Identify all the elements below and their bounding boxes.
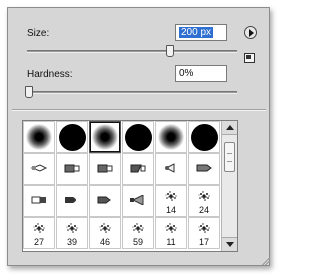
brush-preset-list: 14 24 27 39 46 59 11 17 (22, 120, 238, 252)
brush-size-label: 59 (132, 237, 143, 247)
brush-preset-soft[interactable] (23, 121, 55, 153)
marker-brush-icon (195, 163, 213, 176)
brush-size-label: 39 (66, 237, 77, 247)
save-preset-icon[interactable] (244, 53, 255, 63)
pencil-brush-icon (30, 163, 48, 176)
brush-preset-eraser[interactable] (23, 185, 55, 217)
brush-preset-airbrush[interactable] (155, 153, 187, 185)
brush-preset-round-tip[interactable] (56, 185, 88, 217)
brush-preset-hard[interactable] (122, 121, 154, 153)
hardness-label: Hardness: (27, 69, 73, 80)
brush-preset-splatter[interactable]: 24 (188, 185, 220, 217)
brush-preset-splatter[interactable]: 14 (155, 185, 187, 217)
hardness-slider-thumb[interactable] (25, 86, 33, 98)
brush-preset-fan[interactable] (122, 185, 154, 217)
brush-preset-hard[interactable] (188, 121, 220, 153)
brush-preset-splatter[interactable]: 59 (122, 217, 154, 249)
hardness-field[interactable]: 0% (175, 65, 227, 82)
brush-preset-pencil[interactable] (23, 153, 55, 185)
brush-preset-brush-angled[interactable] (122, 153, 154, 185)
flyout-menu-arrow-icon[interactable] (244, 26, 257, 39)
brush-size-label: 17 (198, 237, 209, 247)
soft-round-brush-icon (26, 124, 52, 150)
brush-preset-soft[interactable] (89, 121, 121, 153)
eraser-brush-icon (30, 195, 48, 208)
brush-preset-soft[interactable] (155, 121, 187, 153)
brush-preset-hard[interactable] (56, 121, 88, 153)
scrollbar-thumb[interactable] (224, 142, 235, 172)
size-value: 200 px (179, 27, 214, 38)
brush-flat-brush-icon (63, 163, 81, 176)
hard-round-brush-icon (58, 123, 86, 151)
size-slider-track[interactable] (27, 50, 237, 53)
hard-round-brush-icon (124, 123, 152, 151)
brush-preset-splatter[interactable]: 39 (56, 217, 88, 249)
brush-size-label: 24 (198, 205, 209, 215)
brush-preset-splatter[interactable]: 17 (188, 217, 220, 249)
brush-flat-brush-icon (96, 163, 114, 176)
brush-size-label: 11 (166, 237, 176, 247)
brush-angled-brush-icon (129, 163, 147, 176)
brush-preset-brush-flat[interactable] (89, 153, 121, 185)
brush-preset-splatter[interactable]: 11 (155, 217, 187, 249)
size-slider-thumb[interactable] (166, 45, 175, 57)
brush-preset-splatter[interactable]: 46 (89, 217, 121, 249)
brush-size-label: 27 (33, 237, 44, 247)
brush-size-label: 14 (165, 205, 176, 215)
hard-round-brush-icon (190, 123, 218, 151)
wide-tip-brush-icon (96, 195, 114, 208)
airbrush-brush-icon (162, 162, 180, 176)
scroll-down-arrow-icon[interactable] (222, 237, 237, 251)
brush-preset-marker[interactable] (188, 153, 220, 185)
soft-round-brush-icon (92, 124, 118, 150)
size-label: Size: (27, 28, 50, 39)
brush-size-label: 46 (99, 237, 110, 247)
round-tip-brush-icon (63, 195, 81, 208)
brush-preset-splatter[interactable]: 27 (23, 217, 55, 249)
brush-preset-brush-flat[interactable] (56, 153, 88, 185)
size-field[interactable]: 200 px (175, 24, 227, 41)
resize-grip-icon[interactable] (261, 256, 270, 265)
brush-preset-wide-tip[interactable] (89, 185, 121, 217)
divider (12, 109, 266, 111)
hardness-slider-track[interactable] (27, 91, 237, 94)
brush-picker-panel: Size: 200 px Hardness: 0% 14 24 27 39 46 59 11… (7, 7, 270, 266)
vertical-scrollbar[interactable] (221, 121, 237, 251)
soft-round-brush-icon (158, 124, 184, 150)
fan-brush-icon (129, 193, 147, 208)
scroll-up-arrow-icon[interactable] (222, 121, 237, 135)
